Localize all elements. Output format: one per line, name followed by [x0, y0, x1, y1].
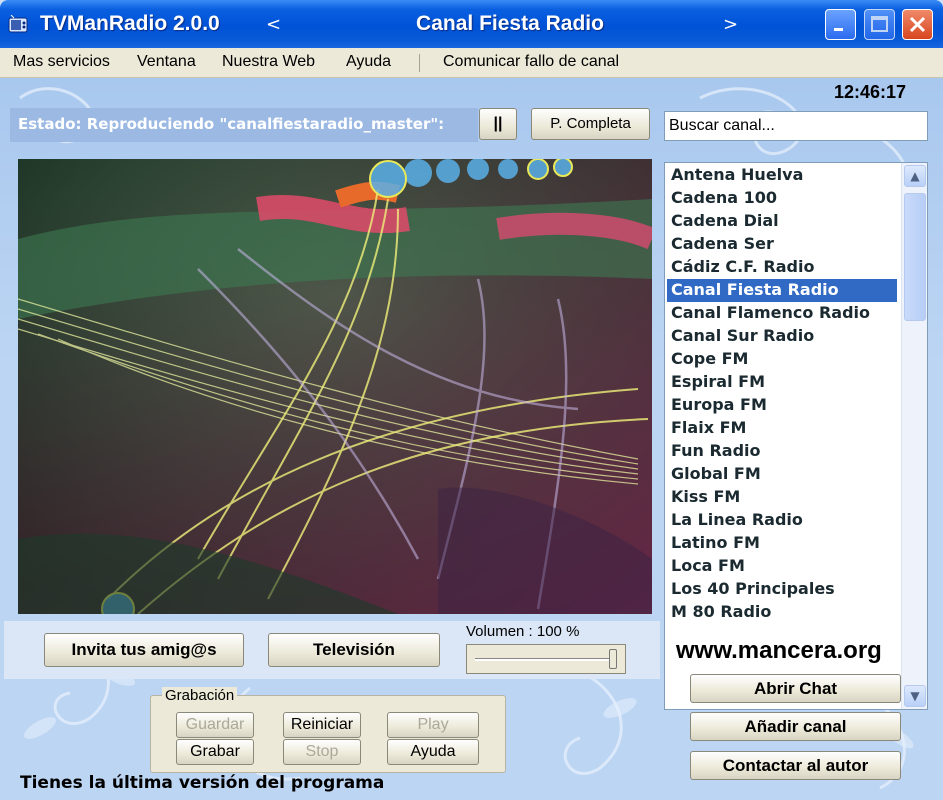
- channel-item[interactable]: Los 40 Principales: [667, 578, 897, 601]
- channel-list[interactable]: Antena Huelva Cadena 100 Cadena Dial Cadena…: [664, 162, 928, 710]
- open-chat-button[interactable]: Abrir Chat: [690, 674, 901, 703]
- channel-item[interactable]: Cope FM: [667, 348, 897, 371]
- volume-slider[interactable]: [466, 644, 626, 674]
- channel-item[interactable]: Cadena 100: [667, 187, 897, 210]
- pause-button[interactable]: ||: [479, 108, 517, 140]
- channel-item[interactable]: Latino FM: [667, 532, 897, 555]
- menu-nuestra-web[interactable]: Nuestra Web: [222, 53, 315, 71]
- television-button[interactable]: Televisión: [268, 633, 440, 667]
- restart-recording-button[interactable]: Reiniciar: [283, 712, 361, 738]
- scroll-down-icon[interactable]: ▼: [904, 685, 926, 707]
- channel-item[interactable]: Europa FM: [667, 394, 897, 417]
- status-text: Estado: Reproduciendo "canalfiestaradio_…: [18, 115, 445, 133]
- channel-item[interactable]: Loca FM: [667, 555, 897, 578]
- channel-item[interactable]: Flaix FM: [667, 417, 897, 440]
- channel-item[interactable]: Canal Flamenco Radio: [667, 302, 897, 325]
- stop-recording-button[interactable]: Stop: [283, 739, 361, 765]
- scroll-up-icon[interactable]: ▲: [904, 165, 926, 187]
- volume-track: [475, 658, 615, 661]
- title-bar: TVManRadio 2.0.0 < Canal Fiesta Radio >: [0, 0, 943, 48]
- volume-thumb[interactable]: [609, 649, 617, 669]
- website-link[interactable]: www.mancera.org: [676, 637, 882, 665]
- fullscreen-button[interactable]: P. Completa: [531, 108, 650, 140]
- menu-bar: Mas servicios Ventana Nuestra Web Ayuda …: [0, 48, 943, 78]
- station-title: Canal Fiesta Radio: [416, 12, 604, 35]
- play-recording-button[interactable]: Play: [387, 712, 479, 738]
- scrollbar-thumb[interactable]: [904, 193, 926, 321]
- search-input[interactable]: [664, 111, 928, 141]
- channel-item[interactable]: Cadena Ser: [667, 233, 897, 256]
- minimize-icon: [834, 28, 843, 31]
- prev-station-button[interactable]: <: [266, 14, 281, 35]
- channel-item[interactable]: Antena Huelva: [667, 164, 897, 187]
- menu-separator: [419, 54, 420, 72]
- recording-help-button[interactable]: Ayuda: [387, 739, 479, 765]
- app-title: TVManRadio 2.0.0: [40, 12, 220, 35]
- menu-report-channel[interactable]: Comunicar fallo de canal: [443, 53, 619, 71]
- channel-item[interactable]: Cádiz C.F. Radio: [667, 256, 897, 279]
- music-visualizer: [18, 159, 652, 614]
- menu-ayuda[interactable]: Ayuda: [346, 53, 391, 71]
- maximize-button[interactable]: [864, 9, 895, 40]
- menu-ventana[interactable]: Ventana: [137, 53, 196, 71]
- main-panel: 12:46:17 Estado: Reproduciendo "canalfie…: [0, 78, 943, 800]
- channel-item[interactable]: Cadena Dial: [667, 210, 897, 233]
- channel-item[interactable]: Espiral FM: [667, 371, 897, 394]
- footer-status: Tienes la última versión del programa: [20, 773, 385, 793]
- invite-friends-button[interactable]: Invita tus amig@s: [44, 633, 244, 667]
- channel-item[interactable]: Global FM: [667, 463, 897, 486]
- contact-author-button[interactable]: Contactar al autor: [690, 751, 901, 780]
- menu-mas-servicios[interactable]: Mas servicios: [13, 53, 110, 71]
- record-button[interactable]: Grabar: [176, 739, 254, 765]
- minimize-button[interactable]: [825, 9, 856, 40]
- save-recording-button[interactable]: Guardar: [176, 712, 254, 738]
- close-button[interactable]: [902, 9, 933, 40]
- clock: 12:46:17: [834, 82, 907, 102]
- app-icon: [8, 15, 28, 33]
- next-station-button[interactable]: >: [723, 14, 738, 35]
- channel-item[interactable]: Canal Fiesta Radio: [667, 279, 897, 302]
- channel-item[interactable]: Kiss FM: [667, 486, 897, 509]
- maximize-icon: [871, 16, 888, 32]
- channel-list-scrollbar[interactable]: ▲ ▼: [901, 163, 927, 709]
- recording-legend: Grabación: [162, 687, 238, 704]
- add-channel-button[interactable]: Añadir canal: [690, 712, 901, 741]
- channel-item[interactable]: La Linea Radio: [667, 509, 897, 532]
- channel-item[interactable]: M 80 Radio: [667, 601, 897, 624]
- close-icon: [909, 16, 926, 33]
- volume-label: Volumen : 100 %: [466, 623, 580, 640]
- channel-item[interactable]: Canal Sur Radio: [667, 325, 897, 348]
- channel-item[interactable]: Fun Radio: [667, 440, 897, 463]
